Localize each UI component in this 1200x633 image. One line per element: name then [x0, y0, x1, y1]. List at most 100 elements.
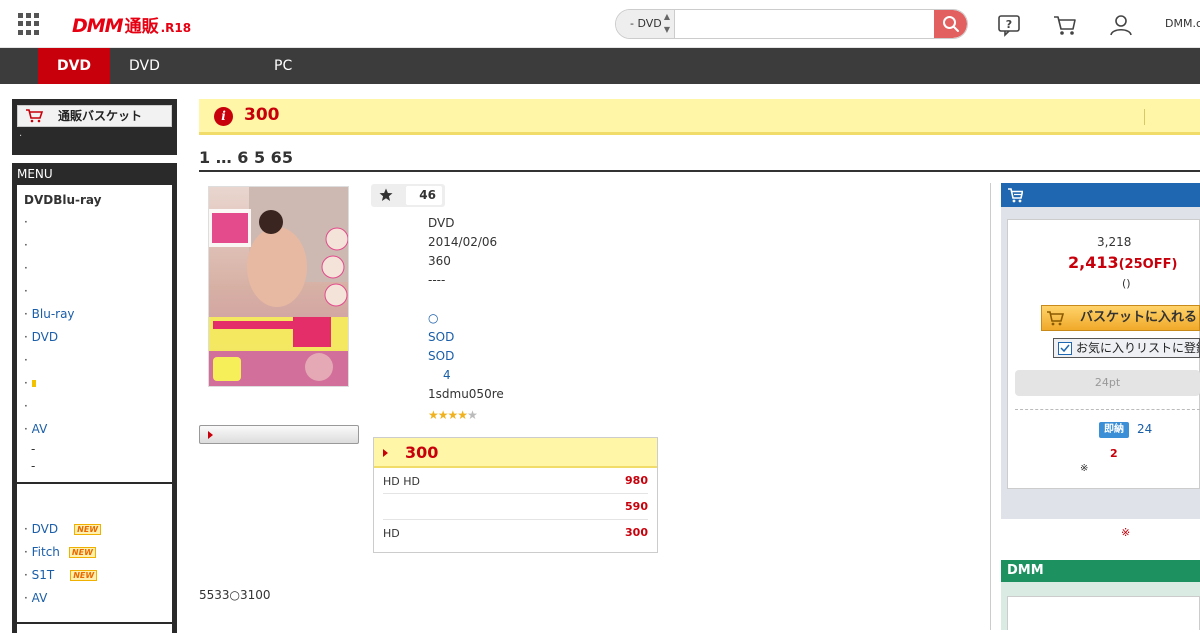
search-button[interactable]	[934, 10, 967, 38]
sidebar: 通販バスケット · MENU DVDBlu-ray · · · · · Blu-…	[12, 99, 177, 633]
menu-item-bullet: ·	[24, 545, 32, 559]
highlight-mark	[31, 380, 36, 387]
sample-video-button[interactable]	[199, 425, 359, 444]
menu-item-text: ·	[24, 353, 28, 367]
menu-item-link[interactable]: DVD	[32, 522, 58, 536]
menu-item[interactable]: ·	[24, 280, 165, 303]
menu-item-dvd[interactable]: · DVD	[24, 326, 165, 349]
menu-item-av[interactable]: · AV	[24, 418, 165, 441]
performer-link[interactable]: ○	[428, 311, 438, 325]
account-link[interactable]: DMM.co	[1165, 17, 1200, 30]
user-icon[interactable]	[1108, 12, 1134, 38]
menu-subitem[interactable]: -	[24, 441, 165, 458]
search-input[interactable]	[676, 10, 936, 38]
sale-price: 2,413(25OFF)	[1068, 253, 1177, 272]
menu-item[interactable]: ·	[24, 257, 165, 280]
pagination[interactable]: 1 … 6 5 65	[199, 148, 1200, 172]
menu-item-bullet: ·	[24, 422, 32, 436]
basket-box: 通販バスケット ·	[12, 99, 177, 155]
menu-item-text: ·	[24, 215, 28, 229]
product-cover-image[interactable]	[208, 186, 349, 387]
app-grid-icon[interactable]	[18, 13, 40, 35]
price-row[interactable]: HD HD 980	[383, 468, 648, 494]
note-mark: ※	[1080, 463, 1089, 474]
menu-item-new-av[interactable]: · AV	[24, 587, 165, 610]
price-row[interactable]: HD 300	[383, 520, 648, 546]
column-divider	[990, 183, 991, 630]
menu-item-link[interactable]: AV	[32, 422, 48, 436]
rating-badge[interactable]: 46	[371, 184, 445, 207]
series-link[interactable]: 4	[443, 368, 451, 382]
rating-count: 46	[406, 186, 442, 205]
new-badge: NEW	[68, 547, 96, 558]
menu-item-link[interactable]: S1T	[32, 568, 55, 582]
tax-note: ()	[1122, 277, 1131, 290]
menu-item-link[interactable]: Fitch	[32, 545, 60, 559]
menu-item-link[interactable]: Blu-ray	[32, 307, 75, 321]
menu-item-bullet: ·	[24, 522, 32, 536]
price-row[interactable]: 590	[383, 494, 648, 520]
menu-item-new-s1t[interactable]: · S1T NEW	[24, 564, 165, 587]
menu-subitem[interactable]: -	[24, 458, 165, 478]
points-badge: 24pt	[1015, 370, 1200, 396]
menu-panel-main: DVDBlu-ray · · · · · Blu-ray · DVD · · ·…	[17, 185, 172, 482]
help-icon[interactable]: ?	[996, 12, 1022, 38]
menu-item-new-dvd[interactable]: · DVD NEW	[24, 518, 165, 541]
maker-link[interactable]: SOD	[428, 330, 454, 344]
notice-divider	[1144, 109, 1145, 125]
discount-label: (25OFF)	[1118, 257, 1178, 272]
tab-pc[interactable]: PC	[274, 48, 292, 84]
price-row-value: 300	[625, 526, 648, 539]
arrow-right-icon	[383, 449, 388, 457]
site-logo[interactable]: DMM 通販 .R18	[72, 12, 192, 37]
price-box-header: 300	[374, 438, 657, 468]
notice-text: 300	[244, 105, 280, 125]
chevron-up-icon: ▲	[663, 12, 670, 21]
basket-cart-icon	[26, 109, 43, 123]
basket-button[interactable]: 通販バスケット	[17, 105, 172, 127]
price-row-label: HD	[383, 527, 400, 540]
cart-icon[interactable]	[1052, 12, 1078, 38]
menu-item[interactable]: ·	[24, 349, 165, 372]
duration: 360	[428, 254, 451, 268]
delivery-hours[interactable]: 24	[1137, 422, 1152, 436]
product-code: 1sdmu050re	[428, 387, 504, 401]
menu-heading: MENU	[17, 167, 53, 181]
basket-note: ·	[19, 131, 23, 142]
search-category-select[interactable]: - DVD ▲ ▼	[616, 10, 675, 38]
release-date: 2014/02/06	[428, 235, 498, 249]
menu-item-text: ·	[24, 399, 28, 413]
basket-label: 通販バスケット	[58, 109, 143, 123]
tab-dvd[interactable]: DVD	[129, 48, 160, 84]
menu-item-text: ·	[24, 376, 28, 390]
menu-item-new-fitch[interactable]: · Fitch NEW	[24, 541, 165, 564]
play-icon	[208, 431, 213, 439]
menu-item-bullet: ·	[24, 591, 32, 605]
star-rating: ★★★★★	[428, 408, 478, 422]
menu-item-text: -	[31, 442, 36, 456]
star-filled-icon: ★	[447, 408, 459, 422]
original-price: 3,218	[1097, 235, 1132, 249]
cover-picture	[209, 187, 348, 386]
label-link[interactable]: SOD	[428, 349, 454, 363]
menu-panel-new: · DVD NEW · Fitch NEW · S1T NEW · AV	[17, 484, 172, 622]
add-to-basket-button[interactable]: バスケットに入れる	[1041, 305, 1200, 331]
menu-item-link[interactable]: DVD	[32, 330, 58, 344]
logo-suffix: .R18	[160, 21, 192, 35]
menu-item[interactable]: ·	[24, 395, 165, 418]
add-to-favorites-label: お気に入りリストに登録	[1076, 341, 1200, 355]
menu-item[interactable]: ·	[24, 234, 165, 257]
menu-item[interactable]: ·	[24, 211, 165, 234]
menu-item-bluray[interactable]: · Blu-ray	[24, 303, 165, 326]
logo-brand: DMM	[72, 15, 124, 37]
menu-item-text: ·	[24, 238, 28, 252]
menu-item-text: ·	[24, 261, 28, 275]
add-to-favorites-button[interactable]: お気に入りリストに登録	[1053, 338, 1200, 358]
menu-box: MENU DVDBlu-ray · · · · · Blu-ray · DVD …	[12, 163, 177, 633]
delivery-note-number: 2	[1110, 447, 1118, 460]
tab-dvd-active[interactable]: DVD	[38, 48, 110, 84]
menu-item-link[interactable]: AV	[32, 591, 48, 605]
new-badge: NEW	[70, 570, 98, 581]
menu-title: DVDBlu-ray	[24, 193, 102, 207]
menu-item[interactable]: ·	[24, 372, 165, 395]
